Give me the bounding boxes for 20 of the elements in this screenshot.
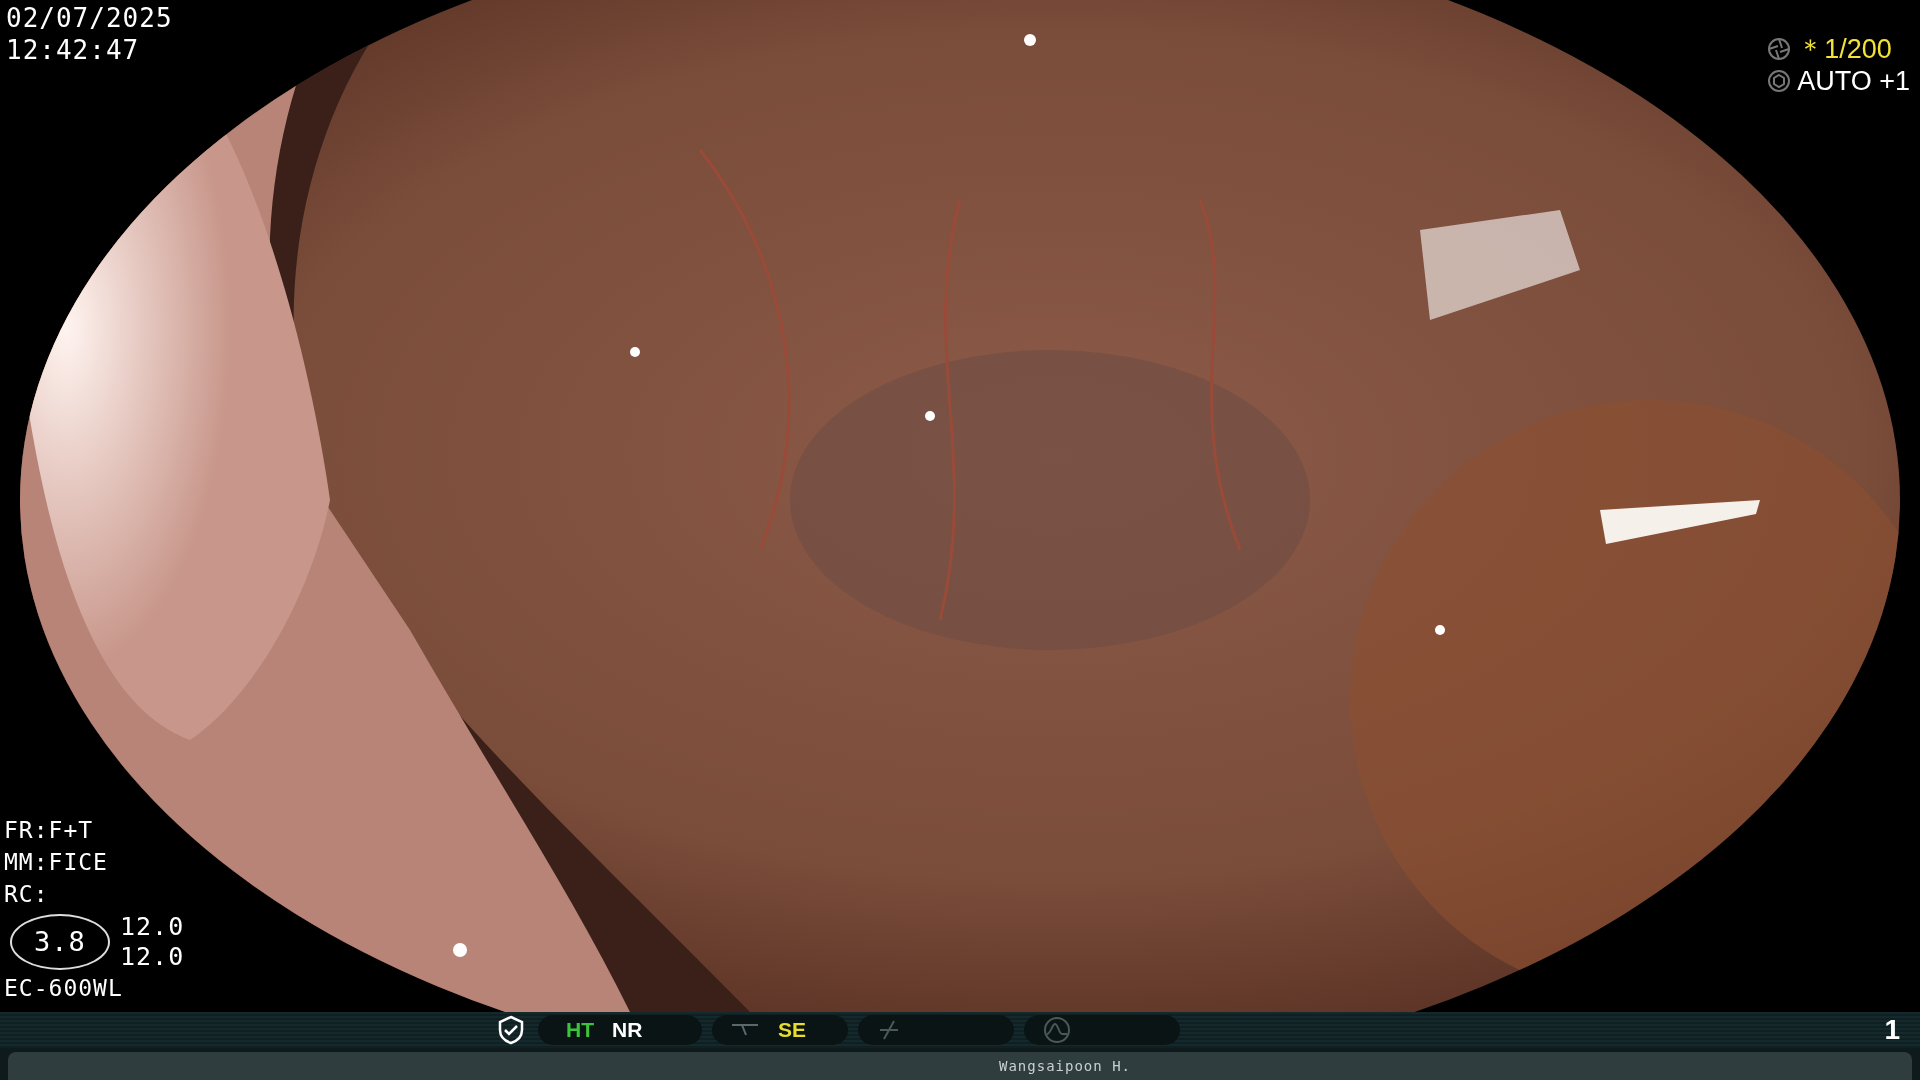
date-text: 02/07/2025 xyxy=(6,2,173,34)
mode-indicator: NR xyxy=(612,1018,643,1042)
exposure-readout: AUTO +1 xyxy=(1797,66,1910,96)
setting-text: FR:F+T xyxy=(4,816,95,845)
wave-icon xyxy=(1042,1015,1072,1045)
zoom-readout: 3.8 xyxy=(10,914,110,970)
iris-icon xyxy=(1767,69,1792,93)
mode-indicator: HT xyxy=(566,1018,594,1042)
reading-text: 12.0 xyxy=(120,942,185,972)
setting-text: RC: xyxy=(4,880,50,909)
operator-name: Wangsaipoon H. xyxy=(8,1052,1912,1080)
setting-text: MM:FICE xyxy=(4,848,109,877)
reading-text: 12.0 xyxy=(120,912,185,942)
page-number: 1 xyxy=(1884,1014,1900,1046)
time-text: 12:42:47 xyxy=(6,34,141,66)
mode-indicator: SE xyxy=(778,1018,806,1042)
shield-check-icon xyxy=(496,1015,526,1045)
exposure-readout: ＊1/200 xyxy=(1797,34,1892,64)
shutter-icon xyxy=(1767,37,1792,61)
scope-model-text: EC-600WL xyxy=(4,974,124,1003)
